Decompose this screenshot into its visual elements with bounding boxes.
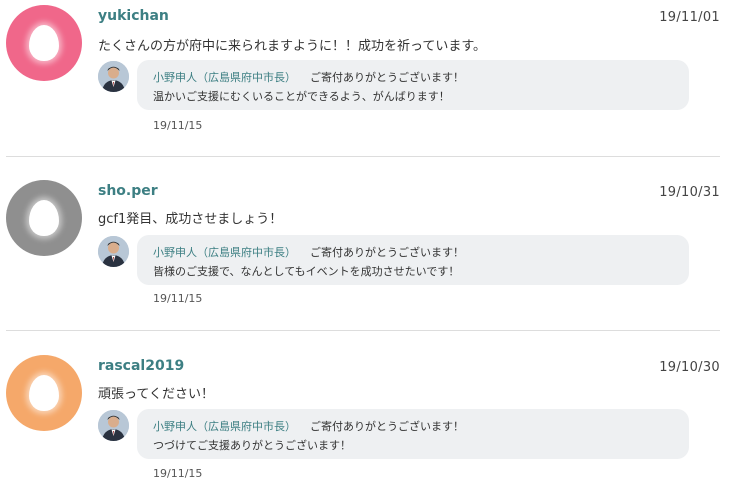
reply-text-line2: 温かいご支援にむくいることができるよう、がんばります！ [153, 90, 450, 103]
avatar-placeholder-icon [29, 200, 59, 236]
author-portrait-icon [98, 410, 129, 441]
username[interactable]: sho.per [98, 183, 158, 199]
comment-date: 19/10/30 [659, 360, 720, 375]
divider [6, 330, 720, 331]
reply-author-name[interactable]: 小野申人（広島県府中市長） [153, 246, 296, 259]
reply-text-line2: つづけてご支援ありがとうございます！ [153, 439, 351, 452]
comment-text: gcf1発目、成功させましょう！ [98, 212, 283, 227]
reply-author-name[interactable]: 小野申人（広島県府中市長） [153, 71, 296, 84]
reply-bubble: 小野申人（広島県府中市長） ご寄付ありがとうございます！ 温かいご支援にむくいるこ… [137, 60, 689, 110]
reply-author-name[interactable]: 小野申人（広島県府中市長） [153, 420, 296, 433]
user-avatar[interactable] [6, 355, 82, 431]
avatar-placeholder-icon [29, 375, 59, 411]
reply-text-line1: ご寄付ありがとうございます！ [310, 71, 464, 84]
username[interactable]: yukichan [98, 8, 169, 24]
reply-date: 19/11/15 [153, 292, 203, 305]
reply-date: 19/11/15 [153, 119, 203, 132]
reply-author-avatar[interactable] [98, 410, 129, 441]
reply-author-avatar[interactable] [98, 236, 129, 267]
reply-date: 19/11/15 [153, 467, 203, 480]
comment-date: 19/10/31 [659, 185, 720, 200]
reply-author-avatar[interactable] [98, 61, 129, 92]
comment-date: 19/11/01 [659, 10, 720, 25]
avatar-placeholder-icon [29, 25, 59, 61]
reply-bubble: 小野申人（広島県府中市長） ご寄付ありがとうございます！ つづけてご支援ありがとう… [137, 409, 689, 459]
comment-text: たくさんの方が府中に来られますように！！成功を祈っています。 [98, 39, 487, 54]
comment-text: 頑張ってください！ [98, 387, 214, 402]
user-avatar[interactable] [6, 5, 82, 81]
user-avatar[interactable] [6, 180, 82, 256]
reply-text-line1: ご寄付ありがとうございます！ [310, 246, 464, 259]
reply-text-line1: ご寄付ありがとうございます！ [310, 420, 464, 433]
divider [6, 156, 720, 157]
author-portrait-icon [98, 236, 129, 267]
reply-bubble: 小野申人（広島県府中市長） ご寄付ありがとうございます！ 皆様のご支援で、なんとし… [137, 235, 689, 285]
reply-text-line2: 皆様のご支援で、なんとしてもイベントを成功させたいです！ [153, 265, 460, 278]
author-portrait-icon [98, 61, 129, 92]
username[interactable]: rascal2019 [98, 358, 184, 374]
